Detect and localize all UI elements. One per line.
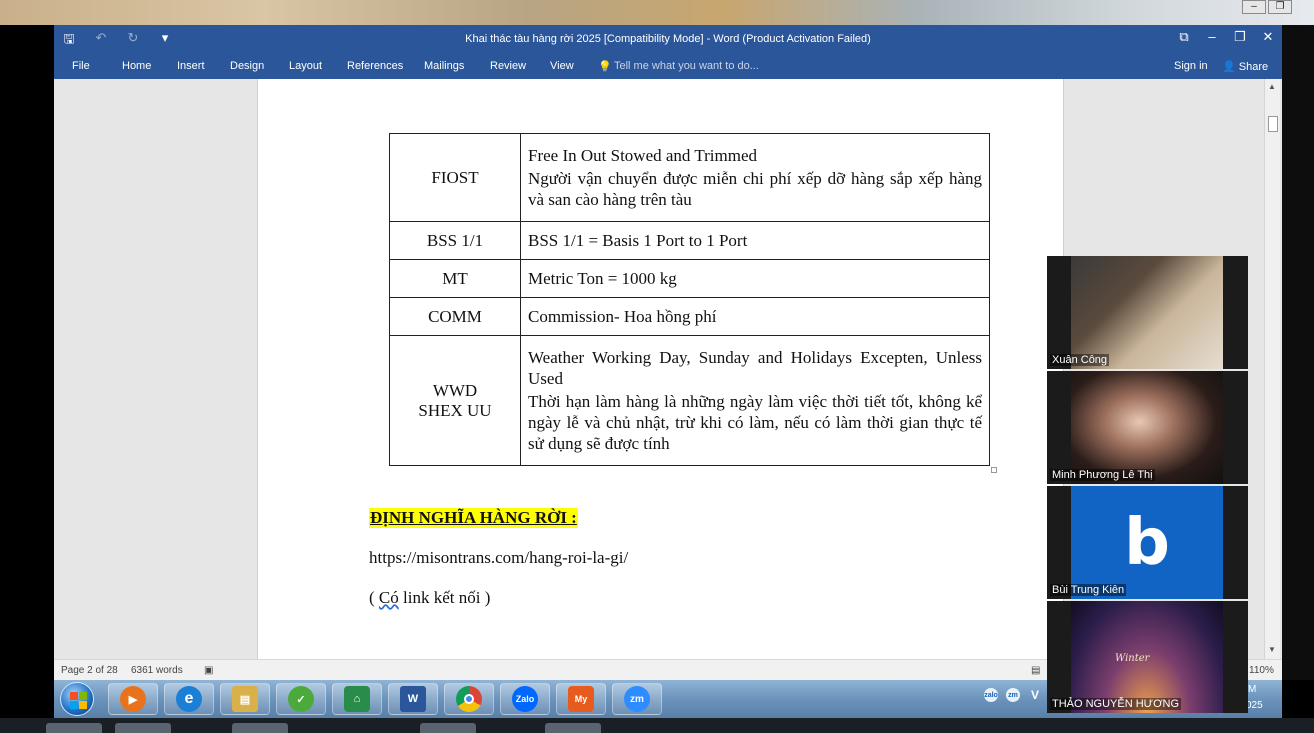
taskbar-media-player[interactable]: ▶ <box>108 683 158 715</box>
zoom-icon: zm <box>624 686 650 712</box>
green-app-icon: ✓ <box>288 686 314 712</box>
word-icon: W <box>400 686 426 712</box>
media-player-icon: ▶ <box>120 686 146 712</box>
table-resize-handle[interactable] <box>991 467 997 473</box>
table-row: MT Metric Ton = 1000 kg <box>389 259 990 298</box>
table-definition: Metric Ton = 1000 kg <box>520 259 990 298</box>
participant-video: Winter <box>1071 601 1223 713</box>
participant-name: THẢO NGUYỄN HƯƠNG <box>1050 698 1181 710</box>
table-term: MT <box>389 259 521 298</box>
desktop-background-top <box>0 0 1314 25</box>
house-app-icon: ⌂ <box>344 686 370 712</box>
avatar-letter: b <box>1124 505 1170 580</box>
participant-video <box>1071 371 1223 484</box>
taskbar-mybiz[interactable]: My <box>556 683 606 715</box>
taskbar-green-app[interactable]: ✓ <box>276 683 326 715</box>
vertical-scrollbar[interactable]: ▲ ▼ <box>1264 79 1280 659</box>
lightbulb-icon: 💡 <box>598 61 612 73</box>
zoom-tray-icon[interactable]: zm <box>1006 688 1020 702</box>
close-button[interactable]: ✕ <box>1260 29 1276 45</box>
table-term: WWD SHEX UU <box>389 335 521 466</box>
tab-references[interactable]: References <box>347 60 403 72</box>
scroll-up-icon[interactable]: ▲ <box>1268 82 1276 91</box>
participant-name: Bùi Trung Kiên <box>1050 584 1127 596</box>
person-icon: 👤 <box>1222 61 1236 73</box>
zoom-level[interactable]: 110% <box>1249 665 1274 676</box>
file-explorer-icon: ▤ <box>232 686 258 712</box>
participant-tile[interactable]: Winter THẢO NGUYỄN HƯƠNG <box>1047 601 1248 713</box>
table-row: BSS 1/1 BSS 1/1 = Basis 1 Port to 1 Port <box>389 221 990 260</box>
date-fragment: 025 <box>1246 700 1263 711</box>
zalo-tray-icon[interactable]: zalo <box>984 688 998 702</box>
scroll-down-icon[interactable]: ▼ <box>1268 645 1276 654</box>
restore-button[interactable]: ❐ <box>1232 29 1248 45</box>
table-row: FIOST Free In Out Stowed and Trimmed Ngư… <box>389 133 990 222</box>
clock-fragment: M <box>1248 684 1257 695</box>
tab-design[interactable]: Design <box>230 60 264 72</box>
taskbar-internet-explorer[interactable]: e <box>164 683 214 715</box>
taskbar-chrome[interactable] <box>444 683 494 715</box>
table-definition: Free In Out Stowed and Trimmed Người vận… <box>520 133 990 222</box>
wallpaper-text: Winter <box>1115 653 1150 664</box>
table-definition: BSS 1/1 = Basis 1 Port to 1 Port <box>520 221 990 260</box>
taskbar-file-explorer[interactable]: ▤ <box>220 683 270 715</box>
page-count[interactable]: Page 2 of 28 <box>61 665 118 676</box>
window-title: Khai thác tàu hàng rời 2025 [Compatibili… <box>465 33 871 45</box>
desktop-bottom-strip <box>0 718 1314 733</box>
vpn-tray-icon[interactable]: V <box>1028 688 1042 702</box>
tab-view[interactable]: View <box>550 60 574 72</box>
scroll-thumb[interactable] <box>1268 116 1278 132</box>
share-label: Share <box>1238 61 1269 73</box>
ribbon-tabs: File Home Insert Design Layout Reference… <box>54 55 1282 79</box>
word-count[interactable]: 6361 words <box>131 665 183 676</box>
title-bar: 🖫 ↶ ↻ ▾ Khai thác tàu hàng rời 2025 [Com… <box>54 25 1282 55</box>
participant-tile[interactable]: Xuân Công <box>1047 256 1248 369</box>
participant-name: Xuân Công <box>1050 354 1110 366</box>
taskbar-word[interactable]: W <box>388 683 438 715</box>
tab-file[interactable]: File <box>72 60 90 72</box>
system-tray: zalo zm V <box>984 688 1042 702</box>
taskbar-zoom[interactable]: zm <box>612 683 662 715</box>
internet-explorer-icon: e <box>176 686 202 712</box>
section-heading: ĐỊNH NGHĨA HÀNG RỜI : <box>369 508 578 528</box>
sign-in-link[interactable]: Sign in <box>1174 60 1208 72</box>
mybiz-icon: My <box>568 686 594 712</box>
minimize-button[interactable]: – <box>1204 29 1220 45</box>
tab-insert[interactable]: Insert <box>177 60 205 72</box>
table-definition: Commission- Hoa hồng phí <box>520 297 990 336</box>
participant-tile[interactable]: Minh Phương Lê Thị <box>1047 371 1248 484</box>
tab-home[interactable]: Home <box>122 60 151 72</box>
participant-avatar: b <box>1071 486 1223 599</box>
tab-mailings[interactable]: Mailings <box>424 60 464 72</box>
chrome-icon <box>456 686 482 712</box>
outer-restore-button[interactable]: ❐ <box>1268 0 1292 14</box>
participant-name: Minh Phương Lê Thị <box>1050 469 1155 481</box>
link-note: ( Có link kết nối ) <box>369 588 491 607</box>
table-term: BSS 1/1 <box>389 221 521 260</box>
start-button[interactable] <box>60 682 94 716</box>
proofing-icon[interactable]: ▣ <box>204 665 213 676</box>
table-term: COMM <box>389 297 521 336</box>
hyperlink-text[interactable]: https://misontrans.com/hang-roi-la-gi/ <box>369 548 628 568</box>
tab-review[interactable]: Review <box>490 60 526 72</box>
desktop-left-bar <box>0 25 54 680</box>
zalo-icon: Zalo <box>512 686 538 712</box>
table-definition: Weather Working Day, Sunday and Holidays… <box>520 335 990 466</box>
taskbar-zalo[interactable]: Zalo <box>500 683 550 715</box>
table-row: COMM Commission- Hoa hồng phí <box>389 297 990 336</box>
table-term: FIOST <box>389 133 521 222</box>
ribbon-display-options-icon[interactable]: ⧉ <box>1176 29 1192 45</box>
share-button[interactable]: 👤 Share <box>1222 60 1268 73</box>
table-row: WWD SHEX UU Weather Working Day, Sunday … <box>389 335 990 466</box>
tell-me-search[interactable]: Tell me what you want to do... <box>614 60 759 72</box>
outer-minimize-button[interactable]: – <box>1242 0 1266 14</box>
taskbar-house-app[interactable]: ⌂ <box>332 683 382 715</box>
participant-video <box>1071 256 1223 369</box>
participant-tile[interactable]: b Bùi Trung Kiên <box>1047 486 1248 599</box>
terms-table[interactable]: FIOST Free In Out Stowed and Trimmed Ngư… <box>389 133 990 466</box>
read-mode-icon[interactable]: ▤ <box>1031 665 1040 676</box>
document-page[interactable]: FIOST Free In Out Stowed and Trimmed Ngư… <box>257 79 1064 659</box>
tab-layout[interactable]: Layout <box>289 60 322 72</box>
desktop-right-bar <box>1282 25 1314 680</box>
